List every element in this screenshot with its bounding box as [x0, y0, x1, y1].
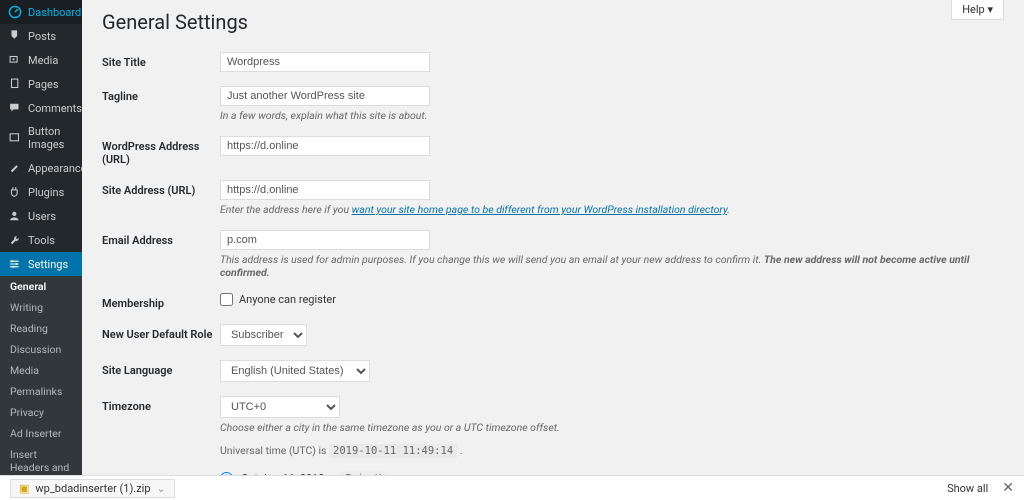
input-wp-url[interactable]: [220, 136, 430, 156]
label-language: Site Language: [102, 360, 220, 377]
submenu-discussion[interactable]: Discussion: [0, 339, 82, 360]
sidebar-label: Posts: [28, 30, 56, 43]
desc-tagline: In a few words, explain what this site i…: [220, 109, 1004, 122]
label-site-title: Site Title: [102, 52, 220, 69]
desc-utc: Universal time (UTC) is 2019-10-11 11:49…: [220, 444, 1004, 457]
image-icon: [8, 131, 22, 145]
submenu-reading[interactable]: Reading: [0, 318, 82, 339]
submenu-ad-inserter[interactable]: Ad Inserter: [0, 423, 82, 444]
sidebar-label: Users: [28, 210, 56, 223]
select-language[interactable]: English (United States): [220, 360, 370, 382]
download-filename: wp_bdadinserter (1).zip: [35, 482, 150, 495]
sidebar-item-pages[interactable]: Pages: [0, 72, 82, 96]
checkbox-anyone-register[interactable]: [220, 293, 233, 306]
desc-email: This address is used for admin purposes.…: [220, 253, 1004, 279]
sidebar-item-tools[interactable]: Tools: [0, 228, 82, 252]
slider-icon: [8, 257, 22, 271]
select-default-role[interactable]: Subscriber: [220, 324, 307, 346]
user-icon: [8, 209, 22, 223]
main-content: Help ▾ General Settings Site Title Tagli…: [82, 0, 1024, 475]
wrench-icon: [8, 233, 22, 247]
sidebar-item-comments[interactable]: Comments: [0, 96, 82, 120]
sidebar-label: Tools: [28, 234, 55, 247]
link-site-url-diff[interactable]: want your site home page to be different…: [352, 203, 728, 216]
sidebar-label: Comments: [28, 102, 82, 115]
sidebar-item-media[interactable]: Media: [0, 48, 82, 72]
sidebar-item-appearance[interactable]: Appearance: [0, 156, 82, 180]
sidebar-label: Plugins: [28, 186, 64, 199]
input-email[interactable]: [220, 230, 430, 250]
sidebar-item-users[interactable]: Users: [0, 204, 82, 228]
label-default-role: New User Default Role: [102, 324, 220, 341]
sidebar-label: Media: [28, 54, 58, 67]
submenu-general[interactable]: General: [0, 276, 82, 297]
sidebar-label: Settings: [28, 258, 68, 271]
sidebar-label: Pages: [28, 78, 59, 91]
submenu-writing[interactable]: Writing: [0, 297, 82, 318]
desc-site-url: Enter the address here if you want your …: [220, 203, 1004, 216]
checkbox-label: Anyone can register: [239, 293, 336, 306]
sidebar-item-posts[interactable]: Posts: [0, 24, 82, 48]
input-tagline[interactable]: [220, 86, 430, 106]
sidebar-label: Dashboard: [28, 6, 81, 19]
help-tab[interactable]: Help ▾: [951, 0, 1004, 20]
select-timezone[interactable]: UTC+0: [220, 396, 340, 418]
submenu-insert-headers[interactable]: Insert Headers and Footers: [0, 444, 82, 475]
settings-submenu: General Writing Reading Discussion Media…: [0, 276, 82, 475]
media-icon: [8, 53, 22, 67]
plugin-icon: [8, 185, 22, 199]
sidebar-item-dashboard[interactable]: Dashboard: [0, 0, 82, 24]
label-email: Email Address: [102, 230, 220, 247]
sidebar-label: Appearance: [28, 162, 82, 175]
close-download-bar[interactable]: ✕: [1002, 480, 1014, 496]
sidebar-item-button-images[interactable]: Button Images: [0, 120, 82, 156]
file-icon: ▣: [19, 482, 29, 495]
desc-timezone: Choose either a city in the same timezon…: [220, 421, 1004, 434]
submenu-privacy[interactable]: Privacy: [0, 402, 82, 423]
show-all-downloads[interactable]: Show all: [947, 482, 988, 495]
sidebar-item-settings[interactable]: Settings: [0, 252, 82, 276]
download-item[interactable]: ▣ wp_bdadinserter (1).zip ⌄: [10, 479, 175, 498]
input-site-url[interactable]: [220, 180, 430, 200]
submenu-media[interactable]: Media: [0, 360, 82, 381]
chevron-down-icon: ⌄: [157, 482, 166, 495]
dashboard-icon: [8, 5, 22, 19]
label-tagline: Tagline: [102, 86, 220, 103]
label-membership: Membership: [102, 293, 220, 310]
page-icon: [8, 77, 22, 91]
brush-icon: [8, 161, 22, 175]
comment-icon: [8, 101, 22, 115]
input-site-title[interactable]: [220, 52, 430, 72]
download-bar: ▣ wp_bdadinserter (1).zip ⌄ Show all ✕: [0, 475, 1024, 500]
label-wp-url: WordPress Address (URL): [102, 136, 220, 166]
label-timezone: Timezone: [102, 396, 220, 413]
sidebar-item-plugins[interactable]: Plugins: [0, 180, 82, 204]
admin-sidebar: Dashboard Posts Media Pages Comments But…: [0, 0, 82, 475]
submenu-permalinks[interactable]: Permalinks: [0, 381, 82, 402]
page-title: General Settings: [102, 10, 1004, 34]
sidebar-label: Button Images: [28, 125, 74, 151]
label-site-url: Site Address (URL): [102, 180, 220, 197]
pin-icon: [8, 29, 22, 43]
